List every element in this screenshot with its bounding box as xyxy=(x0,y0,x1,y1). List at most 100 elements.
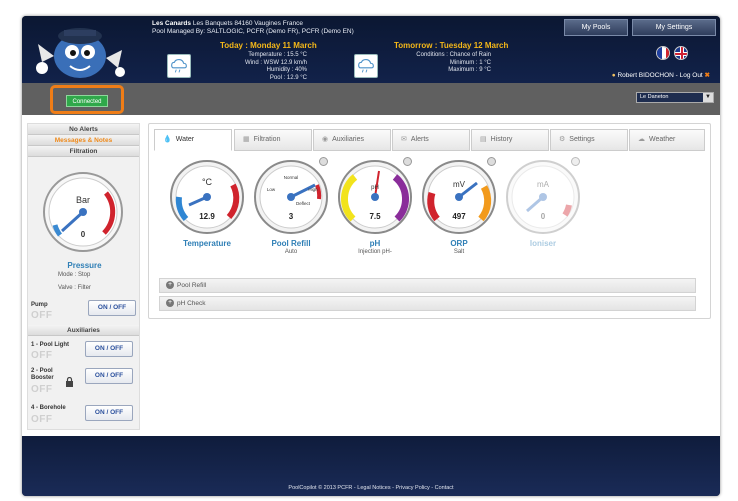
messages-notes-header[interactable]: Messages & Notes xyxy=(28,135,139,146)
today-heading: Today : Monday 11 March xyxy=(220,41,317,50)
temperature-unit: °C xyxy=(202,177,213,187)
uk-flag-icon[interactable] xyxy=(674,46,688,60)
pressure-mode: Mode : Stop xyxy=(58,272,91,278)
aux-2-label: 2 - Pool Booster xyxy=(31,368,54,381)
lock-icon xyxy=(66,377,73,387)
pool-select[interactable]: Le Daneton ▼ xyxy=(636,92,714,103)
pump-state: OFF xyxy=(31,310,53,321)
site-info: Les Canards Les Banquets 84160 Vaugines … xyxy=(152,20,354,36)
ioniser-indicator-icon xyxy=(571,157,580,166)
managed-by: Pool Managed By: SALTLOGIC, PCFR (Demo F… xyxy=(152,28,354,35)
tab-filtration[interactable]: ▦ Filtration xyxy=(234,129,312,151)
ph-check-accordion[interactable]: + pH Check xyxy=(159,296,696,311)
content-area: No Alerts Messages & Notes Filtration Ba… xyxy=(22,115,720,436)
pump-onoff-button[interactable]: ON / OFF xyxy=(88,300,136,316)
alerts-header[interactable]: No Alerts xyxy=(28,124,139,135)
site-address: Les Banquets 84160 Vaugines France xyxy=(192,20,303,27)
user-logout-link[interactable]: Robert BIDOCHON - Log Out xyxy=(617,72,702,79)
aux-2-onoff-button[interactable]: ON / OFF xyxy=(85,368,133,384)
envelope-icon: ✉ xyxy=(401,136,407,143)
pool-refill-high: High xyxy=(308,187,318,192)
pool-select-value: Le Daneton xyxy=(640,94,669,100)
pressure-unit: Bar xyxy=(76,195,90,205)
ioniser-value: 0 xyxy=(541,212,546,221)
tab-water[interactable]: 💧 Water xyxy=(154,129,232,151)
bulb-icon: ◉ xyxy=(322,136,329,143)
temperature-value: 12.9 xyxy=(199,212,215,221)
filtration-header[interactable]: Filtration xyxy=(28,146,139,157)
gear-icon: ⚙ xyxy=(559,136,566,143)
pressure-value: 0 xyxy=(81,230,86,239)
orp-unit: mV xyxy=(453,180,466,189)
tab-auxiliaries[interactable]: ◉ Auxiliaries xyxy=(313,129,391,151)
aux-4-label: 4 - Borehole xyxy=(31,405,66,411)
pool-refill-low: Low xyxy=(267,187,276,192)
aux-4-onoff-button[interactable]: ON / OFF xyxy=(85,405,133,421)
my-settings-button[interactable]: My Settings xyxy=(632,19,716,36)
plus-icon: + xyxy=(166,299,174,308)
drop-icon: 💧 xyxy=(163,136,172,143)
filter-icon: ▦ xyxy=(243,136,250,143)
today-wind: Wind : WSW 12.9 km/h xyxy=(244,59,307,66)
tomorrow-details: Conditions : Chance of Rain Minimum : 1 … xyxy=(397,52,491,75)
french-flag-icon[interactable] xyxy=(656,46,670,60)
ioniser-label: Ioniser xyxy=(529,239,557,248)
orp-gauge: mV 497 ORP Salt xyxy=(421,159,497,255)
ph-check-accordion-label: pH Check xyxy=(177,300,206,307)
pool-refill-indicator-icon xyxy=(319,157,328,166)
today-pool: Pool : 12.9 °C xyxy=(269,74,307,81)
user-icon: ● xyxy=(611,72,616,79)
app-frame: Les Canards Les Banquets 84160 Vaugines … xyxy=(22,16,720,496)
tab-alerts-label: Alerts xyxy=(410,136,429,143)
orp-value: 497 xyxy=(452,212,466,221)
logout-icon[interactable]: ✖ xyxy=(705,72,710,79)
ph-value: 7.5 xyxy=(369,212,381,221)
pool-refill-accordion[interactable]: + Pool Refill xyxy=(159,278,696,293)
tab-alerts[interactable]: ✉ Alerts xyxy=(392,129,470,151)
main-panel: 💧 Water ▦ Filtration ◉ Auxiliaries ✉ Alerts … xyxy=(148,123,711,319)
tab-weather-label: Weather xyxy=(649,136,676,143)
orp-indicator-icon xyxy=(487,157,496,166)
tab-history-label: History xyxy=(490,136,513,143)
tab-settings-label: Settings xyxy=(569,136,595,143)
orp-mode: Salt xyxy=(453,249,465,255)
tab-auxiliaries-label: Auxiliaries xyxy=(332,136,365,143)
tomorrow-conditions: Conditions : Chance of Rain xyxy=(416,52,491,58)
today-humidity: Humidity : 40% xyxy=(266,67,307,73)
tab-settings[interactable]: ⚙ Settings xyxy=(550,129,628,151)
aux-1-label: 1 - Pool Light xyxy=(31,342,69,348)
chart-icon: ▤ xyxy=(480,136,487,143)
plus-icon: + xyxy=(166,281,174,290)
pool-refill-value: 3 xyxy=(289,212,294,221)
pool-refill-normal: Normal xyxy=(284,175,299,180)
sidebar: No Alerts Messages & Notes Filtration Ba… xyxy=(27,123,140,430)
footer: PoolCopilot © 2013 PCFR - Legal Notices … xyxy=(22,436,720,496)
today-details: Temperature : 15.5 °C Wind : WSW 12.9 km… xyxy=(207,52,307,82)
pressure-valve: Valve : Filter xyxy=(58,285,91,291)
ph-unit: pH xyxy=(371,185,379,191)
auxiliaries-header[interactable]: Auxiliaries xyxy=(28,325,139,336)
status-bar: Connected Le Daneton ▼ xyxy=(22,83,720,115)
pool-pilot-mascot-logo[interactable] xyxy=(30,22,130,82)
site-name: Les Canards xyxy=(152,20,192,27)
cloud-rain-icon xyxy=(354,54,378,78)
pressure-label: Pressure xyxy=(67,261,102,270)
pressure-gauge: Bar 0 xyxy=(43,172,123,252)
my-pools-button[interactable]: My Pools xyxy=(564,19,628,36)
pool-refill-deflect: Deflect xyxy=(296,201,311,206)
cloud-icon: ☁ xyxy=(638,136,645,143)
aux-4-state: OFF xyxy=(31,414,53,425)
ioniser-unit: mA xyxy=(537,180,550,189)
ph-indicator-icon xyxy=(403,157,412,166)
tomorrow-minimum: Minimum : 1 °C xyxy=(449,59,491,66)
aux-1-state: OFF xyxy=(31,350,53,361)
tab-filtration-label: Filtration xyxy=(253,136,281,143)
user-info: ● Robert BIDOCHON - Log Out ✖ xyxy=(612,71,710,79)
tab-history[interactable]: ▤ History xyxy=(471,129,549,151)
tab-bar: 💧 Water ▦ Filtration ◉ Auxiliaries ✉ Alerts … xyxy=(154,129,705,151)
temperature-gauge: °C 12.9 Temperature xyxy=(169,159,245,248)
pool-refill-accordion-label: Pool Refill xyxy=(177,282,207,289)
aux-1-onoff-button[interactable]: ON / OFF xyxy=(85,341,133,357)
tab-weather[interactable]: ☁ Weather xyxy=(629,129,705,151)
footer-links[interactable]: PoolCopilot © 2013 PCFR - Legal Notices … xyxy=(22,485,720,491)
